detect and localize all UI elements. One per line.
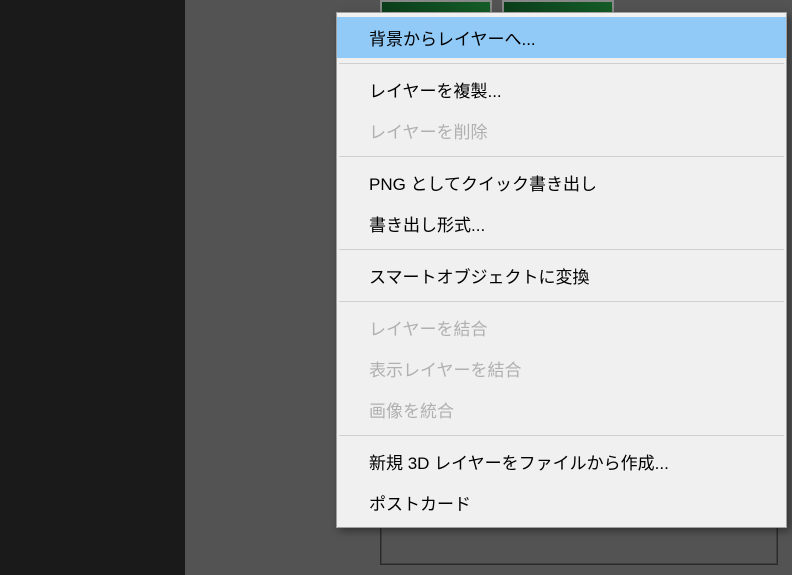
- menu-separator: [339, 63, 784, 64]
- menu-item-5[interactable]: PNG としてクイック書き出し: [337, 162, 786, 203]
- menu-item-12: 画像を統合: [337, 389, 786, 430]
- menu-separator: [339, 156, 784, 157]
- menu-item-10: レイヤーを結合: [337, 307, 786, 348]
- menu-separator: [339, 249, 784, 250]
- menu-item-15[interactable]: ポストカード: [337, 482, 786, 523]
- menu-separator: [339, 301, 784, 302]
- menu-item-8[interactable]: スマートオブジェクトに変換: [337, 255, 786, 296]
- menu-item-6[interactable]: 書き出し形式...: [337, 203, 786, 244]
- menu-item-14[interactable]: 新規 3D レイヤーをファイルから作成...: [337, 441, 786, 482]
- menu-item-0[interactable]: 背景からレイヤーへ...: [337, 17, 786, 58]
- menu-item-11: 表示レイヤーを結合: [337, 348, 786, 389]
- menu-item-2[interactable]: レイヤーを複製...: [337, 69, 786, 110]
- context-menu: 背景からレイヤーへ... レイヤーを複製...レイヤーを削除 PNG としてクイック…: [336, 12, 787, 528]
- menu-separator: [339, 435, 784, 436]
- menu-item-3: レイヤーを削除: [337, 110, 786, 151]
